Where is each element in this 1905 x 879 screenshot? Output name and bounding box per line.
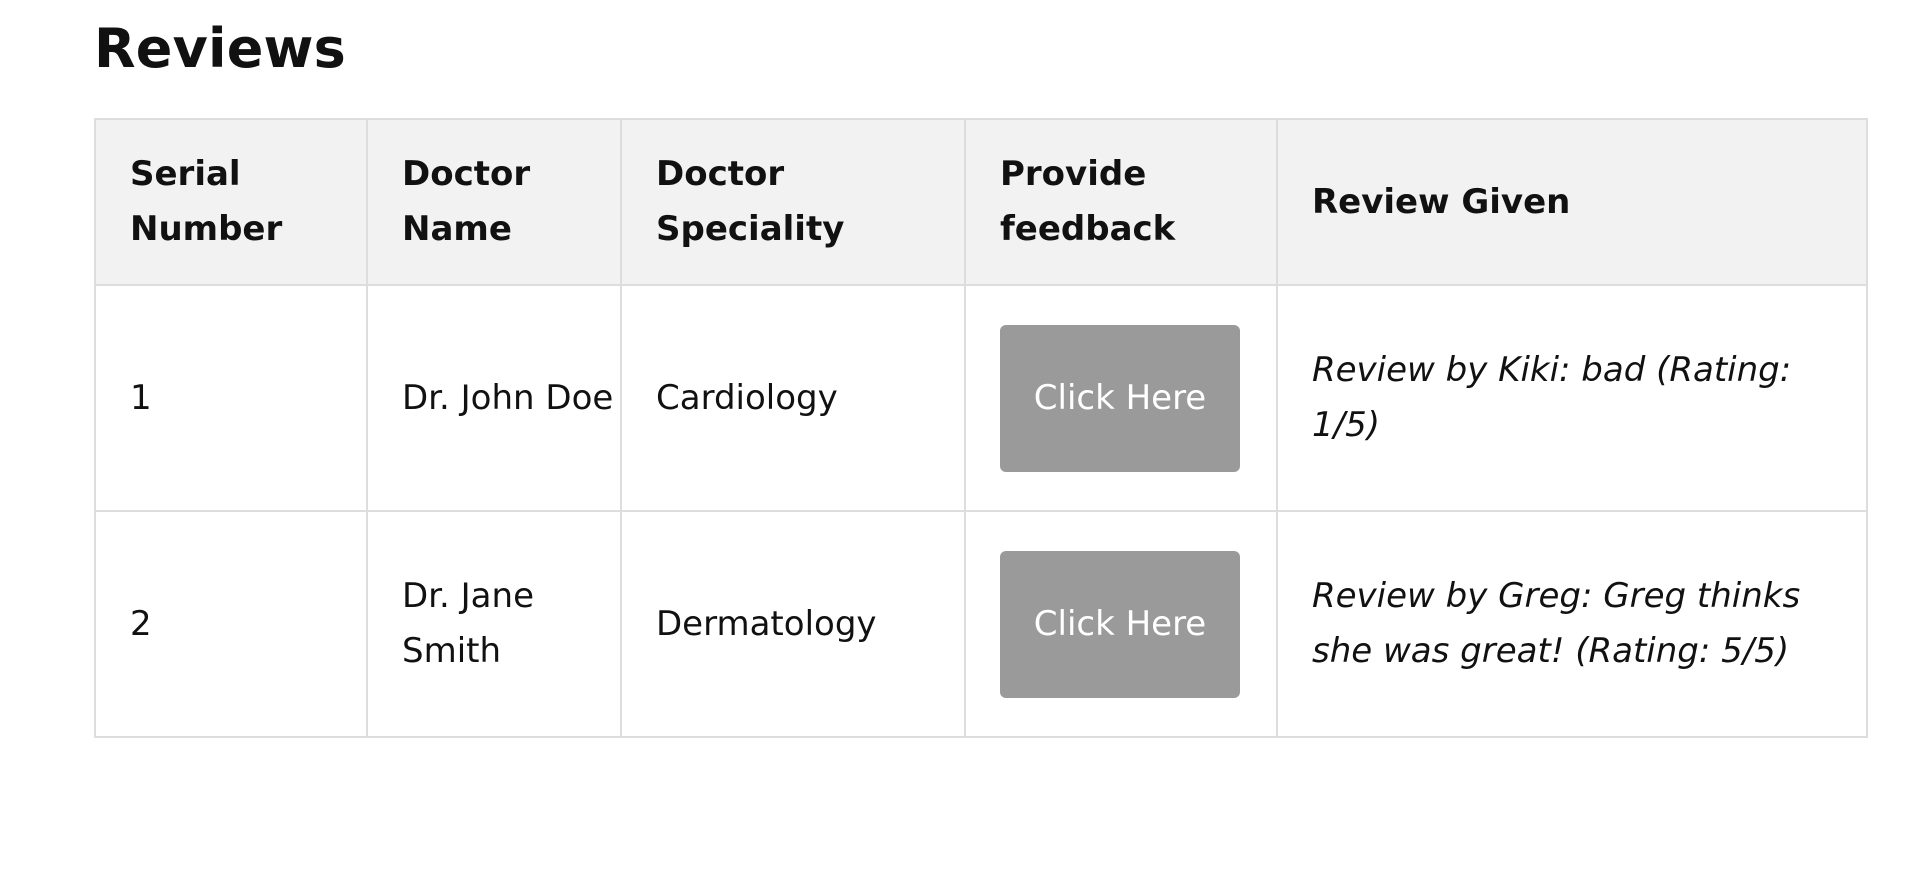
page-title: Reviews <box>94 17 346 80</box>
serial-number-cell: 1 <box>94 284 368 512</box>
provide-feedback-button[interactable]: Click Here <box>1000 550 1240 698</box>
header-doctor-name: Doctor Name <box>366 118 622 286</box>
table-row: 2 Dr. Jane Smith Dermatology Click Here … <box>94 510 1868 738</box>
doctor-speciality-cell: Dermatology <box>620 510 966 738</box>
feedback-cell: Click Here <box>964 284 1278 512</box>
table-row: 1 Dr. John Doe Cardiology Click Here Rev… <box>94 284 1868 512</box>
header-doctor-speciality: Doctor Speciality <box>620 118 966 286</box>
header-serial-number: Serial Number <box>94 118 368 286</box>
page: Reviews Serial Number Doctor Name Doctor… <box>0 0 1905 879</box>
feedback-cell: Click Here <box>964 510 1278 738</box>
reviews-table: Serial Number Doctor Name Doctor Special… <box>94 118 1868 738</box>
header-provide-feedback: Provide feedback <box>964 118 1278 286</box>
review-given-cell: Review by Kiki: bad (Rating: 1/5) <box>1276 284 1868 512</box>
doctor-speciality-cell: Cardiology <box>620 284 966 512</box>
provide-feedback-button[interactable]: Click Here <box>1000 324 1240 472</box>
table-header: Serial Number Doctor Name Doctor Special… <box>94 118 1868 286</box>
header-review-given: Review Given <box>1276 118 1868 286</box>
doctor-name-cell: Dr. Jane Smith <box>366 510 622 738</box>
header-row: Serial Number Doctor Name Doctor Special… <box>94 118 1868 286</box>
table-body: 1 Dr. John Doe Cardiology Click Here Rev… <box>94 284 1868 738</box>
serial-number-cell: 2 <box>94 510 368 738</box>
doctor-name-cell: Dr. John Doe <box>366 284 622 512</box>
review-given-cell: Review by Greg: Greg thinks she was grea… <box>1276 510 1868 738</box>
